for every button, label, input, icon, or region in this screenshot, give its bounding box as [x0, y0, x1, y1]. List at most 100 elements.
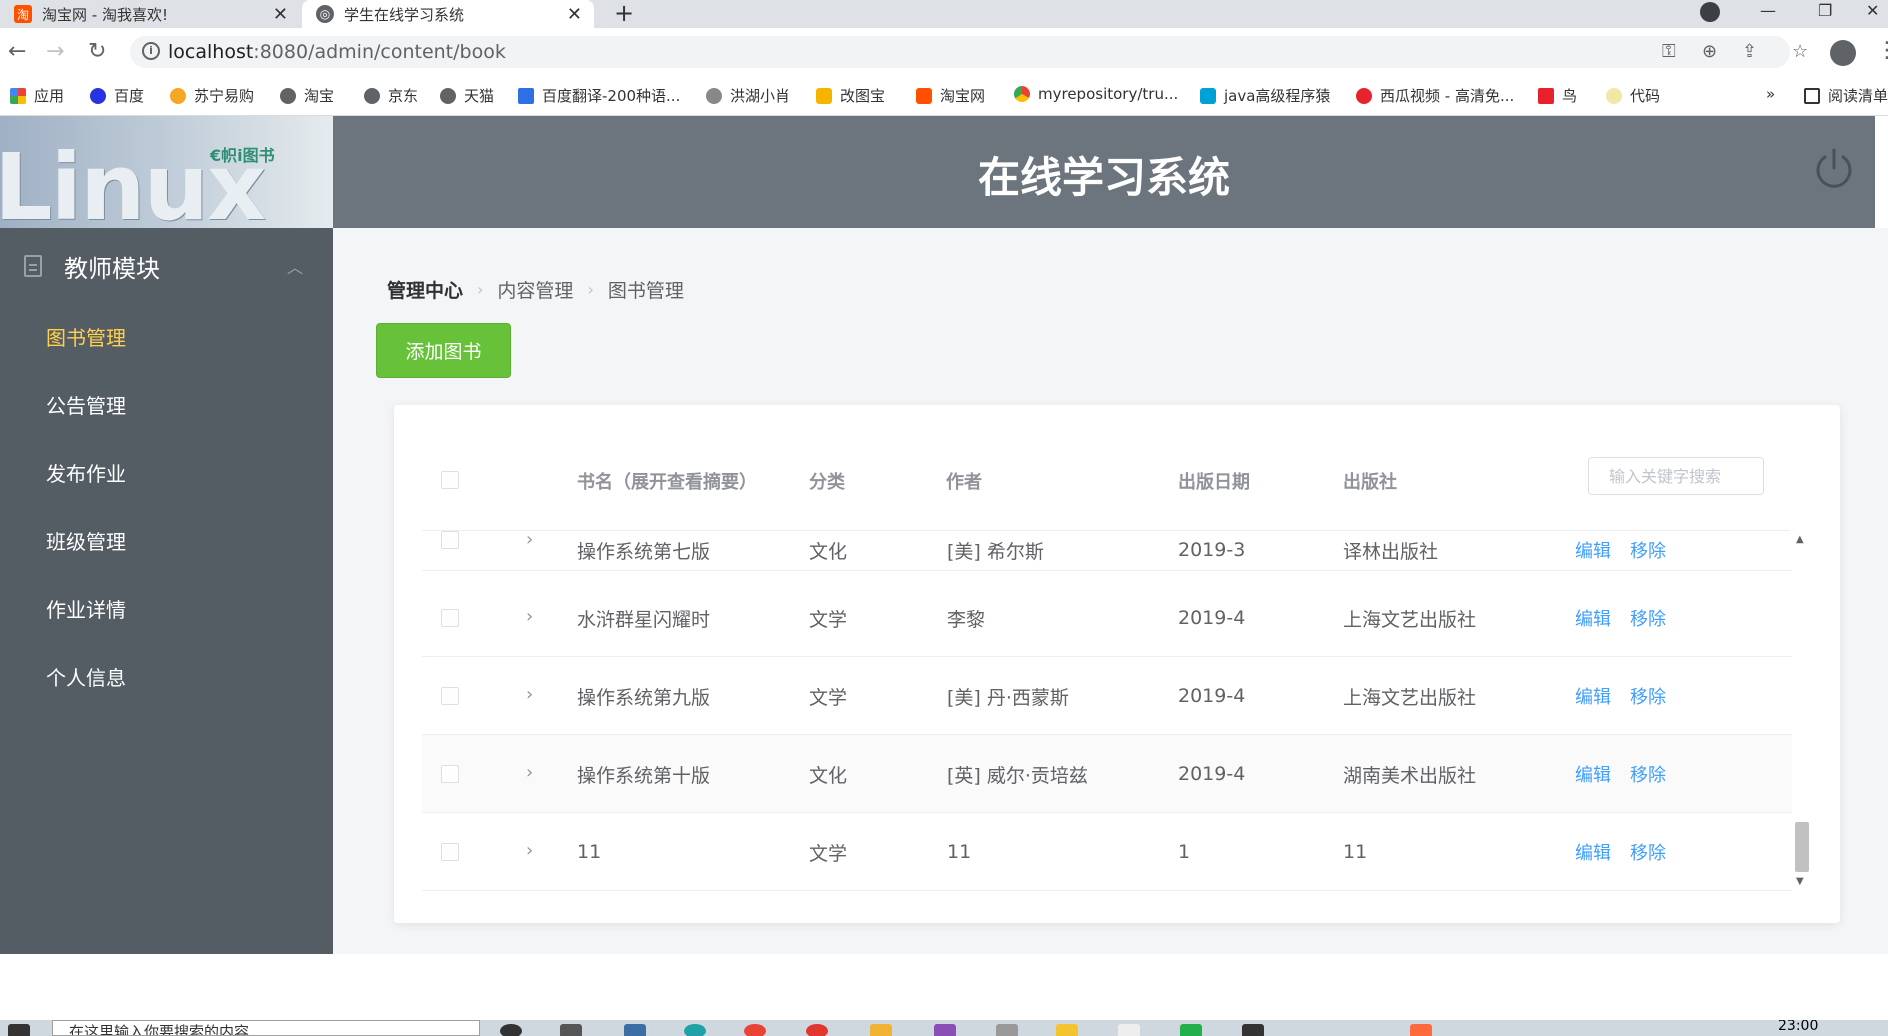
- app-icon[interactable]: [806, 1024, 828, 1036]
- app-icon[interactable]: [1410, 1024, 1432, 1036]
- chevron-right-icon: ›: [477, 280, 484, 299]
- edit-link[interactable]: 编辑: [1575, 813, 1611, 891]
- select-all-checkbox[interactable]: [441, 471, 459, 489]
- app-icon[interactable]: [1056, 1024, 1078, 1036]
- reading-list-icon: [1804, 87, 1820, 104]
- maximize-icon[interactable]: ❐: [1818, 0, 1832, 22]
- close-window-icon[interactable]: ✕: [1866, 0, 1879, 22]
- bookmark-honghu[interactable]: 洪湖小肖: [706, 85, 790, 106]
- remove-link[interactable]: 移除: [1630, 813, 1666, 891]
- chrome-icon[interactable]: [744, 1024, 766, 1036]
- url-text[interactable]: localhost:8080/admin/content/book: [168, 41, 506, 63]
- browser-menu-icon[interactable]: ⋮: [1876, 38, 1888, 63]
- cortana-icon[interactable]: [500, 1024, 522, 1036]
- scroll-up-arrow-icon[interactable]: ▲: [1796, 534, 1804, 545]
- site-info-icon[interactable]: i: [142, 42, 160, 60]
- terminal-icon[interactable]: [1242, 1024, 1264, 1036]
- cell-publisher: 湖南美术出版社: [1343, 764, 1477, 787]
- bookmark-star-icon[interactable]: ☆: [1792, 41, 1808, 62]
- bookmark-bird[interactable]: 鸟: [1538, 85, 1577, 106]
- add-book-button[interactable]: 添加图书: [376, 323, 511, 378]
- expand-row-icon[interactable]: ›: [526, 762, 533, 783]
- reload-icon[interactable]: ↻: [88, 38, 106, 66]
- new-tab-icon[interactable]: +: [614, 0, 634, 26]
- close-tab-icon[interactable]: ✕: [273, 4, 288, 25]
- app-icon[interactable]: [684, 1024, 706, 1036]
- edit-link[interactable]: 编辑: [1575, 735, 1611, 813]
- power-icon[interactable]: [1811, 146, 1857, 192]
- edit-link[interactable]: 编辑: [1575, 579, 1611, 657]
- omnibox[interactable]: i localhost:8080/admin/content/book ⚿ ⊕ …: [130, 36, 1808, 68]
- browser-tab-taobao[interactable]: 淘 淘宝网 - 淘我喜欢! ✕: [0, 0, 300, 28]
- scroll-down-arrow-icon[interactable]: ▼: [1796, 876, 1804, 887]
- expand-row-icon[interactable]: ›: [526, 606, 533, 627]
- reading-list[interactable]: 阅读清单: [1804, 85, 1888, 106]
- sidebar-item-notice-management[interactable]: 公告管理: [0, 370, 333, 438]
- globe-icon: [280, 87, 296, 104]
- row-checkbox[interactable]: [441, 531, 459, 549]
- cell-title: 11: [577, 841, 602, 863]
- cell-publisher: 上海文艺出版社: [1343, 608, 1477, 631]
- app-header: 在线学习系统: [333, 116, 1875, 228]
- sidebar-item-homework-details[interactable]: 作业详情: [0, 574, 333, 642]
- bookmark-tmall[interactable]: 天猫: [440, 85, 494, 106]
- remove-link[interactable]: 移除: [1630, 735, 1666, 813]
- sidebar-item-book-management[interactable]: 图书管理: [0, 302, 333, 370]
- sidebar-item-personal-info[interactable]: 个人信息: [0, 642, 333, 710]
- edit-link[interactable]: 编辑: [1575, 657, 1611, 735]
- app-icon[interactable]: [996, 1024, 1018, 1036]
- share-icon[interactable]: ⇪: [1742, 41, 1757, 62]
- taskbar-search[interactable]: 在这里输入你要搜索的内容: [52, 1020, 480, 1036]
- bookmark-taobao[interactable]: 淘宝: [280, 85, 334, 106]
- windows-start-icon[interactable]: [8, 1024, 30, 1036]
- search-box[interactable]: [1588, 457, 1764, 495]
- row-checkbox[interactable]: [441, 687, 459, 705]
- tab-search-icon[interactable]: [1700, 2, 1720, 22]
- task-view-icon[interactable]: [560, 1024, 582, 1036]
- forward-icon[interactable]: →: [46, 38, 64, 66]
- table-row: › 操作系统第七版 文化 [美] 希尔斯 2019-3 译林出版社 编辑 移除: [422, 531, 1792, 571]
- breadcrumb-item[interactable]: 管理中心: [387, 276, 463, 303]
- bookmark-java[interactable]: java高级程序猿: [1200, 85, 1330, 106]
- profile-avatar-icon[interactable]: [1830, 40, 1856, 66]
- minimize-icon[interactable]: —: [1760, 0, 1776, 22]
- expand-row-icon[interactable]: ›: [526, 840, 533, 861]
- bookmark-taobao-net[interactable]: 淘宝网: [916, 85, 985, 106]
- key-icon[interactable]: ⚿: [1662, 41, 1676, 62]
- bookmark-jd[interactable]: 京东: [364, 85, 418, 106]
- app-icon[interactable]: [934, 1024, 956, 1036]
- sidebar-item-class-management[interactable]: 班级管理: [0, 506, 333, 574]
- cell-date: 1: [1178, 841, 1191, 863]
- row-checkbox[interactable]: [441, 765, 459, 783]
- close-tab-icon[interactable]: ✕: [567, 4, 582, 25]
- remove-link[interactable]: 移除: [1630, 579, 1666, 657]
- app-icon[interactable]: [1180, 1024, 1202, 1036]
- sidebar-item-publish-homework[interactable]: 发布作业: [0, 438, 333, 506]
- scrollbar-thumb[interactable]: [1795, 822, 1809, 872]
- bookmarks-overflow-icon[interactable]: »: [1766, 85, 1775, 103]
- browser-tab-learning-system[interactable]: ◎ 学生在线学习系统 ✕: [302, 0, 594, 28]
- bookmark-baidu[interactable]: 百度: [90, 85, 144, 106]
- sidebar-module-teacher[interactable]: 教师模块 ︿: [0, 228, 333, 304]
- cell-category: 文学: [809, 842, 848, 865]
- app-icon[interactable]: [624, 1024, 646, 1036]
- bookmark-suning[interactable]: 苏宁易购: [170, 85, 254, 106]
- bookmark-code[interactable]: 代码: [1606, 85, 1660, 106]
- expand-row-icon[interactable]: ›: [526, 531, 533, 550]
- search-input[interactable]: [1589, 458, 1763, 494]
- bookmark-apps[interactable]: 应用: [10, 85, 64, 106]
- row-checkbox[interactable]: [441, 843, 459, 861]
- bookmark-baidu-translate[interactable]: 百度翻译-200种语...: [518, 85, 680, 106]
- bookmark-gaitubao[interactable]: 改图宝: [816, 85, 885, 106]
- row-checkbox[interactable]: [441, 609, 459, 627]
- remove-link[interactable]: 移除: [1630, 657, 1666, 735]
- zoom-icon[interactable]: ⊕: [1702, 41, 1717, 62]
- column-header-title: 书名（展开查看摘要）: [577, 472, 757, 493]
- app-icon[interactable]: [1118, 1024, 1140, 1036]
- bookmark-xigua[interactable]: 西瓜视频 - 高清免...: [1356, 85, 1514, 106]
- bookmark-myrepository[interactable]: myrepository/tru...: [1014, 85, 1178, 103]
- back-icon[interactable]: ←: [8, 38, 26, 66]
- file-explorer-icon[interactable]: [870, 1024, 892, 1036]
- expand-row-icon[interactable]: ›: [526, 684, 533, 705]
- cell-date: 2019-4: [1178, 607, 1246, 629]
